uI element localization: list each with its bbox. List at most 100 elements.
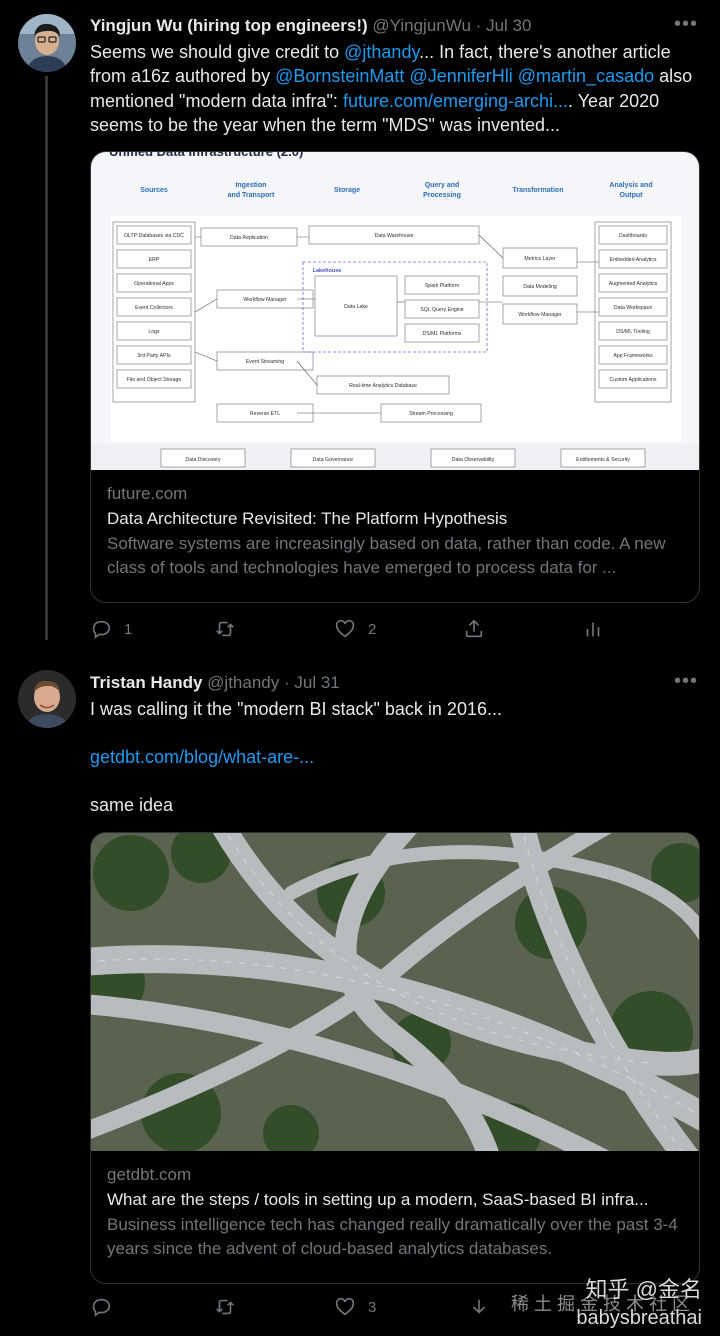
governance-box-label: Entitlements & Security xyxy=(576,457,630,463)
output-box-label: App Frameworks xyxy=(613,353,653,359)
output-box-label: Data Workspace xyxy=(614,305,652,311)
diagram-column-header: Output xyxy=(620,192,644,199)
output-box-label: DS/ML Tooling xyxy=(616,329,650,335)
download-button[interactable] xyxy=(468,1296,490,1318)
transformation-box-label: Data Modeling xyxy=(523,284,557,290)
diagram-column-header: Ingestion xyxy=(235,182,266,189)
retweet-icon xyxy=(216,1299,234,1315)
link-card-future[interactable]: Unified Data Infrastructure (2.0) Sources… xyxy=(90,151,700,603)
mention-jenniferhli[interactable]: @JenniferHli xyxy=(409,66,512,86)
more-options-icon[interactable]: ••• xyxy=(674,670,698,693)
transformation-box-label: Workflow Manager xyxy=(518,312,561,318)
output-box-label: Dashboards xyxy=(619,233,647,239)
diagram-column-header: Processing xyxy=(423,192,461,199)
analytics-icon xyxy=(586,622,600,637)
tweet-header: Tristan Handy @jthandy · Jul 31 xyxy=(90,672,700,694)
diagram-column-header: and Transport xyxy=(228,192,275,199)
diagram-column-header: Transformation xyxy=(513,187,564,194)
output-box-label: Custom Applications xyxy=(610,377,657,383)
highway-aerial-image xyxy=(91,833,699,1151)
governance-box-label: Data Discovery xyxy=(185,457,221,463)
author-name[interactable]: Tristan Handy xyxy=(90,673,202,692)
mention-bornsteinmatt[interactable]: @BornsteinMatt xyxy=(275,66,404,86)
diagram-column-header: Analysis and xyxy=(609,182,652,189)
source-box-label: File and Object Storage xyxy=(127,377,182,383)
diagram-column-header: Sources xyxy=(140,187,168,194)
card-description: Software systems are increasingly based … xyxy=(107,534,666,577)
tweet-actions: 1 2 xyxy=(90,618,700,648)
stream-box-label: Stream Processing xyxy=(409,411,453,417)
card-description: Business intelligence tech has changed r… xyxy=(107,1215,678,1258)
like-button[interactable]: 3 xyxy=(334,1296,376,1318)
watermark-main: 知乎 @金名 xyxy=(585,1277,702,1302)
reply-icon xyxy=(92,1298,111,1317)
tweet-text-line1: I was calling it the "modern BI stack" b… xyxy=(90,699,502,719)
separator: · xyxy=(475,16,482,35)
card-body: getdbt.com What are the steps / tools in… xyxy=(91,1151,699,1273)
reply-icon xyxy=(92,620,111,639)
diagram-column-header: Query and xyxy=(425,182,460,189)
link-getdbt[interactable]: getdbt.com/blog/what-are-... xyxy=(90,745,314,769)
link-future[interactable]: future.com/emerging-archi... xyxy=(343,91,568,111)
reply-count: 1 xyxy=(124,620,133,638)
card-title: What are the steps / tools in setting up… xyxy=(107,1190,649,1209)
author-handle[interactable]: @jthandy xyxy=(207,673,279,692)
avatar-photo xyxy=(18,670,76,728)
output-box-label: Embedded Analytics xyxy=(609,257,656,263)
link-card-getdbt[interactable]: getdbt.com What are the steps / tools in… xyxy=(90,832,700,1284)
analytics-button[interactable] xyxy=(582,618,604,640)
retweet-icon xyxy=(216,621,234,637)
share-button[interactable] xyxy=(463,618,485,640)
source-box-label: Logs xyxy=(148,329,160,335)
ingestion-box-label: Reverse ETL xyxy=(250,411,280,417)
storage-box-label: Data Warehouse xyxy=(375,233,414,239)
tweet-date[interactable]: Jul 30 xyxy=(486,16,531,35)
separator: · xyxy=(283,673,290,692)
like-count: 3 xyxy=(368,1298,377,1316)
source-box-label: Event Collectors xyxy=(135,305,173,311)
author-handle[interactable]: @YingjunWu xyxy=(372,16,471,35)
mention-martin-casado[interactable]: @martin_casado xyxy=(518,66,654,86)
ingestion-box-label: Event Streaming xyxy=(246,359,284,365)
ingestion-box-label: Workflow Manager xyxy=(243,297,286,303)
tweet-tristan[interactable]: Tristan Handy @jthandy · Jul 31 ••• I wa… xyxy=(0,650,720,1336)
heart-icon xyxy=(335,619,355,638)
more-options-icon[interactable]: ••• xyxy=(674,13,698,36)
tweet-date[interactable]: Jul 31 xyxy=(294,673,339,692)
card-title: Data Architecture Revisited: The Platfor… xyxy=(107,509,508,528)
card-domain: getdbt.com xyxy=(107,1165,192,1184)
tweet-yingjun[interactable]: Yingjun Wu (hiring top engineers!) @Ying… xyxy=(0,0,720,650)
tweet-header: Yingjun Wu (hiring top engineers!) @Ying… xyxy=(90,15,700,37)
text-part: Seems we should give credit to xyxy=(90,42,345,62)
query-box-label: DS/ML Platforms xyxy=(422,331,461,337)
watermark-sub: babysbreathai xyxy=(576,1307,702,1329)
source-box-label: Operational Apps xyxy=(134,281,174,287)
governance-box-label: Data Observability xyxy=(452,457,495,463)
output-box-label: Augmented Analytics xyxy=(609,281,658,287)
lakehouse-label: Lakehouse xyxy=(313,268,342,274)
source-box-label: ERP xyxy=(149,257,160,263)
retweet-button[interactable] xyxy=(214,618,248,640)
query-box-label: SQL Query Engine xyxy=(420,307,463,313)
arrow-down-icon xyxy=(472,1299,486,1314)
retweet-button[interactable] xyxy=(214,1296,248,1318)
avatar[interactable] xyxy=(18,670,76,728)
tweet-text: Seems we should give credit to @jthandy.… xyxy=(90,40,704,138)
diagram-heading: Unified Data Infrastructure (2.0) xyxy=(109,152,303,159)
ingestion-box-label: Data Replication xyxy=(230,235,268,241)
card-diagram-image: Unified Data Infrastructure (2.0) Sources… xyxy=(91,152,699,470)
realtime-box-label: Real-time Analytics Database xyxy=(349,383,417,389)
governance-box-label: Data Governance xyxy=(313,457,354,463)
avatar[interactable] xyxy=(18,14,76,72)
avatar-photo xyxy=(18,14,76,72)
thread-line xyxy=(45,76,48,640)
card-domain: future.com xyxy=(107,484,188,503)
reply-button[interactable] xyxy=(90,1296,124,1318)
storage-box-label: Data Lake xyxy=(344,304,368,310)
architecture-diagram: Unified Data Infrastructure (2.0) Sources… xyxy=(91,152,699,470)
mention-jthandy[interactable]: @jthandy xyxy=(344,42,419,62)
source-box-label: 3rd Party APIs xyxy=(137,353,171,359)
reply-button[interactable]: 1 xyxy=(90,618,132,640)
author-name[interactable]: Yingjun Wu (hiring top engineers!) xyxy=(90,16,368,35)
like-button[interactable]: 2 xyxy=(334,618,376,640)
